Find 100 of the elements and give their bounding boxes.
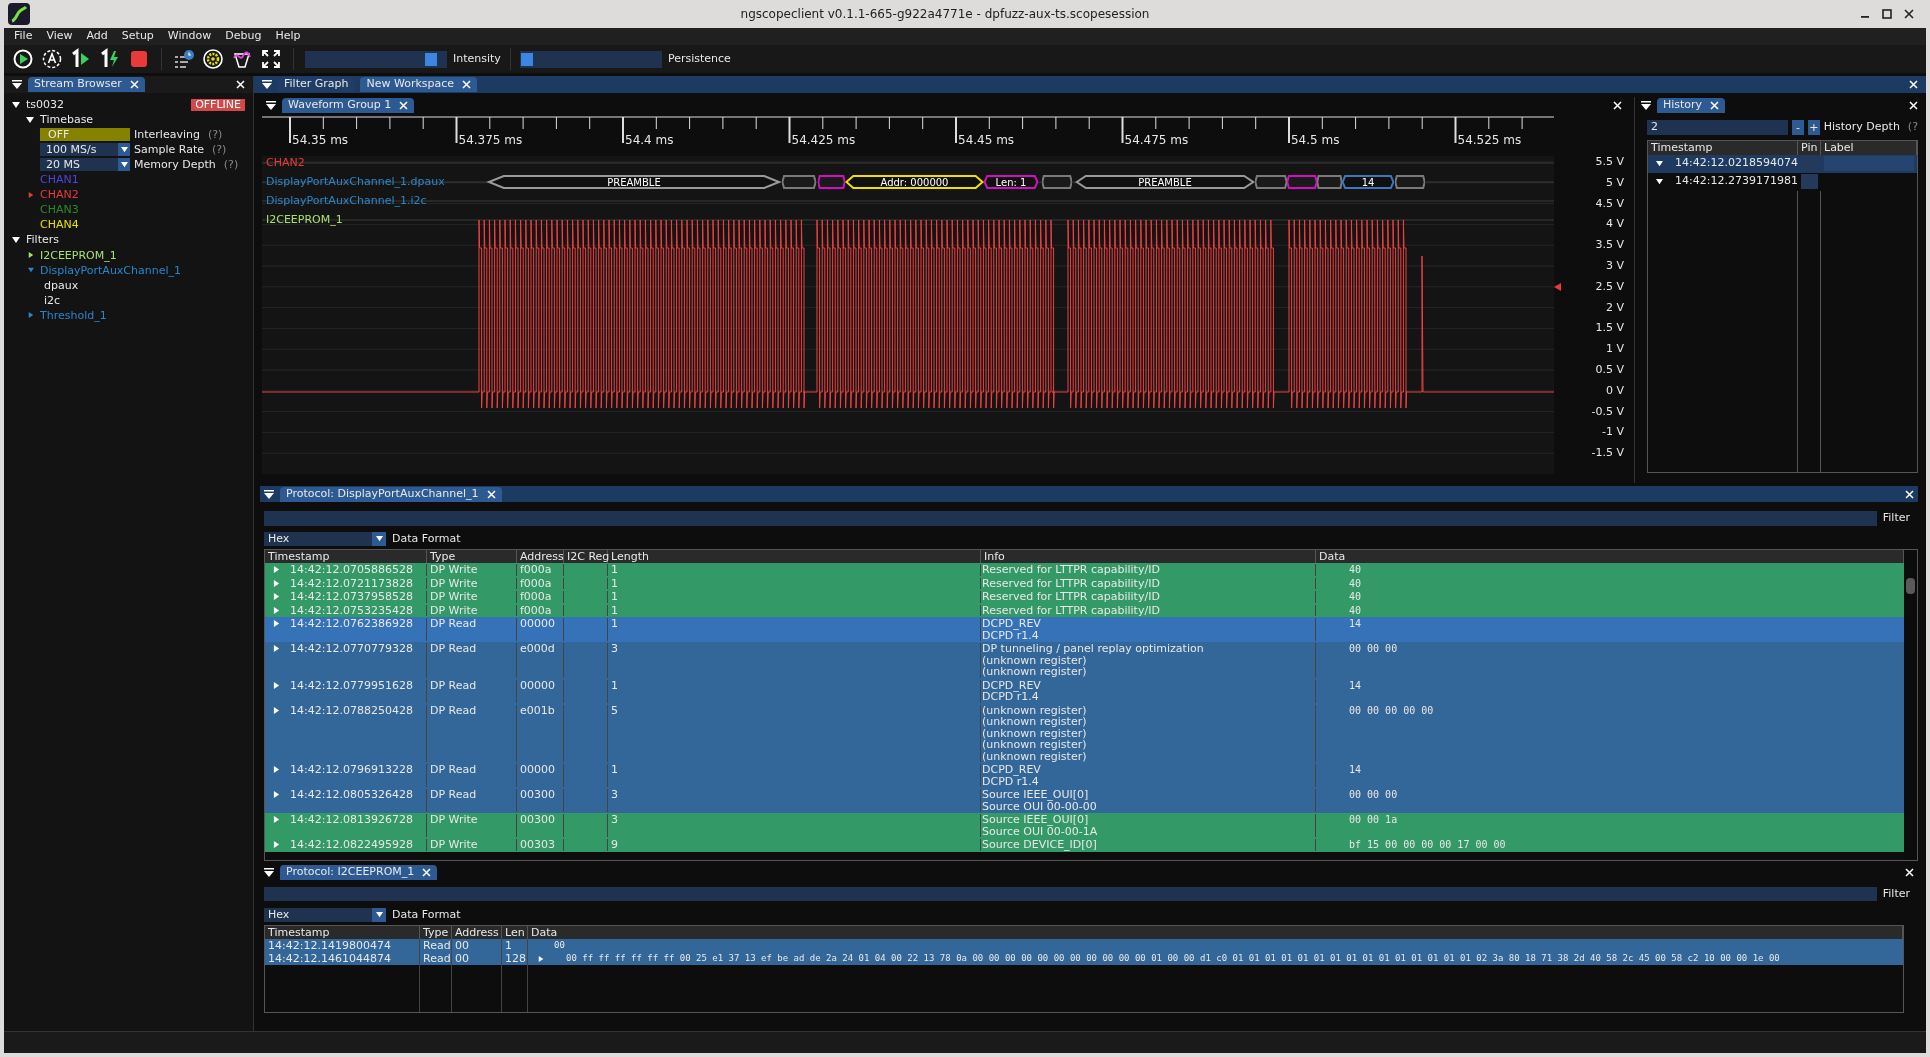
panel-menu-icon[interactable] — [1641, 100, 1651, 110]
pin-toggle[interactable] — [1801, 156, 1818, 171]
protocol-packet[interactable]: PREAMBLE — [1075, 175, 1255, 189]
menu-item[interactable]: View — [46, 28, 73, 45]
table-row[interactable]: 14:42:12.0805326428 DP Read 00300 3 Source IEEE_OUI[0] Source OUI 00-00-00 00 00 00 — [265, 788, 1904, 813]
panel-tab[interactable]: Filter Graph — [278, 77, 355, 92]
protocol-packet[interactable] — [1287, 175, 1317, 189]
table-cell: 9 — [611, 838, 618, 851]
help-marker[interactable]: (?) — [211, 142, 227, 158]
history-clock-icon[interactable] — [173, 48, 195, 70]
filter-waveform-icon[interactable] — [231, 48, 253, 70]
menu-item[interactable]: Setup — [121, 28, 154, 45]
stop-icon[interactable] — [128, 48, 150, 70]
column-header[interactable]: Label — [1821, 140, 1917, 155]
protocol-packet[interactable] — [818, 175, 845, 189]
help-marker[interactable]: (?) — [207, 127, 223, 143]
panel-menu-icon[interactable] — [262, 80, 272, 89]
filter-field[interactable] — [264, 510, 1877, 526]
caret-right-icon[interactable] — [273, 766, 280, 774]
table-row[interactable]: 14:42:12.2739171981 — [1648, 172, 1917, 191]
protocol-packet[interactable]: 14 — [1342, 175, 1394, 189]
table-row[interactable]: 14:42:12.1419800474 Read 00 1 00 — [265, 939, 1903, 952]
column-header[interactable]: Pin — [1798, 140, 1821, 155]
menu-item[interactable]: Debug — [225, 28, 262, 45]
menu-item[interactable]: Add — [86, 28, 108, 45]
caret-down-icon[interactable] — [12, 236, 20, 244]
protocol-packet[interactable]: PREAMBLE — [486, 175, 782, 189]
protocol-packet[interactable] — [1317, 175, 1342, 189]
caret-down-icon[interactable] — [1656, 178, 1663, 185]
menu-item[interactable]: Help — [275, 28, 301, 45]
filter-name[interactable]: I2CEEPROM_1 — [40, 247, 117, 263]
slider-thumb[interactable] — [520, 52, 533, 66]
channel-name[interactable]: CHAN3 — [40, 202, 79, 218]
protocol-packet[interactable] — [1042, 175, 1072, 189]
panel-menu-icon[interactable] — [12, 80, 22, 89]
slider-track[interactable] — [519, 50, 662, 68]
panel-tab[interactable]: New Workspace — [360, 77, 478, 92]
table-row[interactable] — [265, 952, 1903, 965]
caret-right-icon[interactable] — [28, 252, 34, 259]
table-row[interactable]: 14:42:12.0762386928 DP Read 00000 1 DCPD_REV DCPD r1.4 14 — [265, 617, 1904, 642]
trace-label[interactable]: I2CEEPROM_1 — [264, 213, 345, 227]
caret-down-icon[interactable] — [1656, 160, 1663, 167]
channel-name[interactable]: CHAN4 — [40, 217, 79, 233]
help-marker[interactable]: (?) — [223, 157, 239, 173]
table-row[interactable]: 14:42:12.0779951628 DP Read 00000 1 DCPD_REV DCPD r1.4 14 — [265, 678, 1904, 704]
history-depth-field[interactable]: 2 — [1647, 119, 1788, 135]
caret-right-icon[interactable] — [273, 791, 280, 799]
filter-name[interactable]: DisplayPortAuxChannel_1 — [40, 262, 182, 278]
play-circle-icon[interactable] — [12, 48, 34, 70]
menu-item[interactable]: Window — [167, 28, 212, 45]
stream-name[interactable]: i2c — [28, 292, 61, 308]
increment-button[interactable]: + — [1807, 119, 1820, 135]
panel-tab[interactable]: Stream Browser — [28, 77, 145, 92]
dropdown-field[interactable]: 20 MS — [40, 158, 130, 172]
force-trigger-icon[interactable] — [99, 48, 121, 70]
caret-right-icon[interactable] — [273, 706, 280, 714]
trace-label[interactable]: DisplayPortAuxChannel_1.i2c — [264, 194, 429, 208]
format-dropdown[interactable]: Hex — [264, 531, 386, 546]
format-dropdown[interactable]: Hex — [264, 907, 386, 922]
trace-label[interactable]: CHAN2 — [264, 156, 307, 170]
caret-right-icon[interactable] — [273, 681, 280, 689]
slider-thumb[interactable] — [425, 52, 438, 66]
panel-menu-icon[interactable] — [264, 867, 274, 877]
trace-label[interactable]: DisplayPortAuxChannel_1.dpaux — [264, 175, 447, 189]
panel-tab[interactable]: Waveform Group 1 — [282, 97, 415, 113]
caret-right-icon[interactable] — [273, 645, 280, 653]
panel-tab[interactable]: Protocol: I2CEEPROM_1 — [280, 864, 438, 880]
gear-icon[interactable] — [202, 48, 224, 70]
fullscreen-icon[interactable] — [260, 48, 282, 70]
protocol-packet[interactable] — [782, 175, 816, 189]
panel-tab[interactable]: Protocol: DisplayPortAuxChannel_1 — [280, 486, 502, 502]
tree-item[interactable]: Filters — [26, 232, 59, 248]
caret-down-icon[interactable] — [26, 115, 34, 124]
caret-right-icon[interactable] — [538, 955, 544, 962]
protocol-packet[interactable]: Len: 1 — [984, 175, 1038, 189]
filter-name[interactable]: Threshold_1 — [40, 307, 107, 323]
help-marker[interactable]: (? — [1907, 119, 1918, 136]
tree-item[interactable]: Timebase — [40, 112, 94, 128]
instrument-name[interactable]: ts0032 — [26, 97, 65, 113]
caret-down-icon[interactable] — [12, 100, 20, 109]
table-row[interactable]: 14:42:12.0770779328 DP Read e000d 3 DP tunneling / panel replay optimization (unknown register) (unknown register) 00 00 00 — [265, 642, 1904, 679]
close-icon[interactable] — [1904, 9, 1914, 19]
channel-name[interactable]: CHAN2 — [40, 187, 79, 203]
column-header[interactable]: Timestamp — [1648, 140, 1798, 155]
protocol-packet[interactable] — [1255, 175, 1287, 189]
table-row[interactable]: 14:42:12.0788250428 DP Read e001b 5 (unknown register) (unknown register) (unknown register) (unknown register) (unknown register) 00 00 00 00 00 — [265, 703, 1904, 763]
decrement-button[interactable]: - — [1792, 119, 1804, 135]
pin-toggle[interactable] — [1801, 174, 1818, 189]
filter-field[interactable] — [264, 887, 1877, 902]
auto-trigger-icon[interactable] — [41, 48, 63, 70]
table-row[interactable]: 14:42:12.0796913228 DP Read 00000 1 DCPD_REV DCPD r1.4 14 — [265, 763, 1904, 788]
dropdown-field[interactable]: 100 MS/s — [40, 143, 130, 157]
maximize-icon[interactable] — [1882, 9, 1892, 19]
slider-track[interactable] — [305, 50, 447, 68]
panel-menu-icon[interactable] — [264, 489, 274, 499]
menu-item[interactable]: File — [14, 28, 33, 45]
panel-tab[interactable]: History — [1657, 97, 1726, 113]
panel-menu-icon[interactable] — [266, 100, 276, 110]
stream-name[interactable]: dpaux — [28, 277, 79, 293]
protocol-packet[interactable] — [1395, 175, 1425, 189]
